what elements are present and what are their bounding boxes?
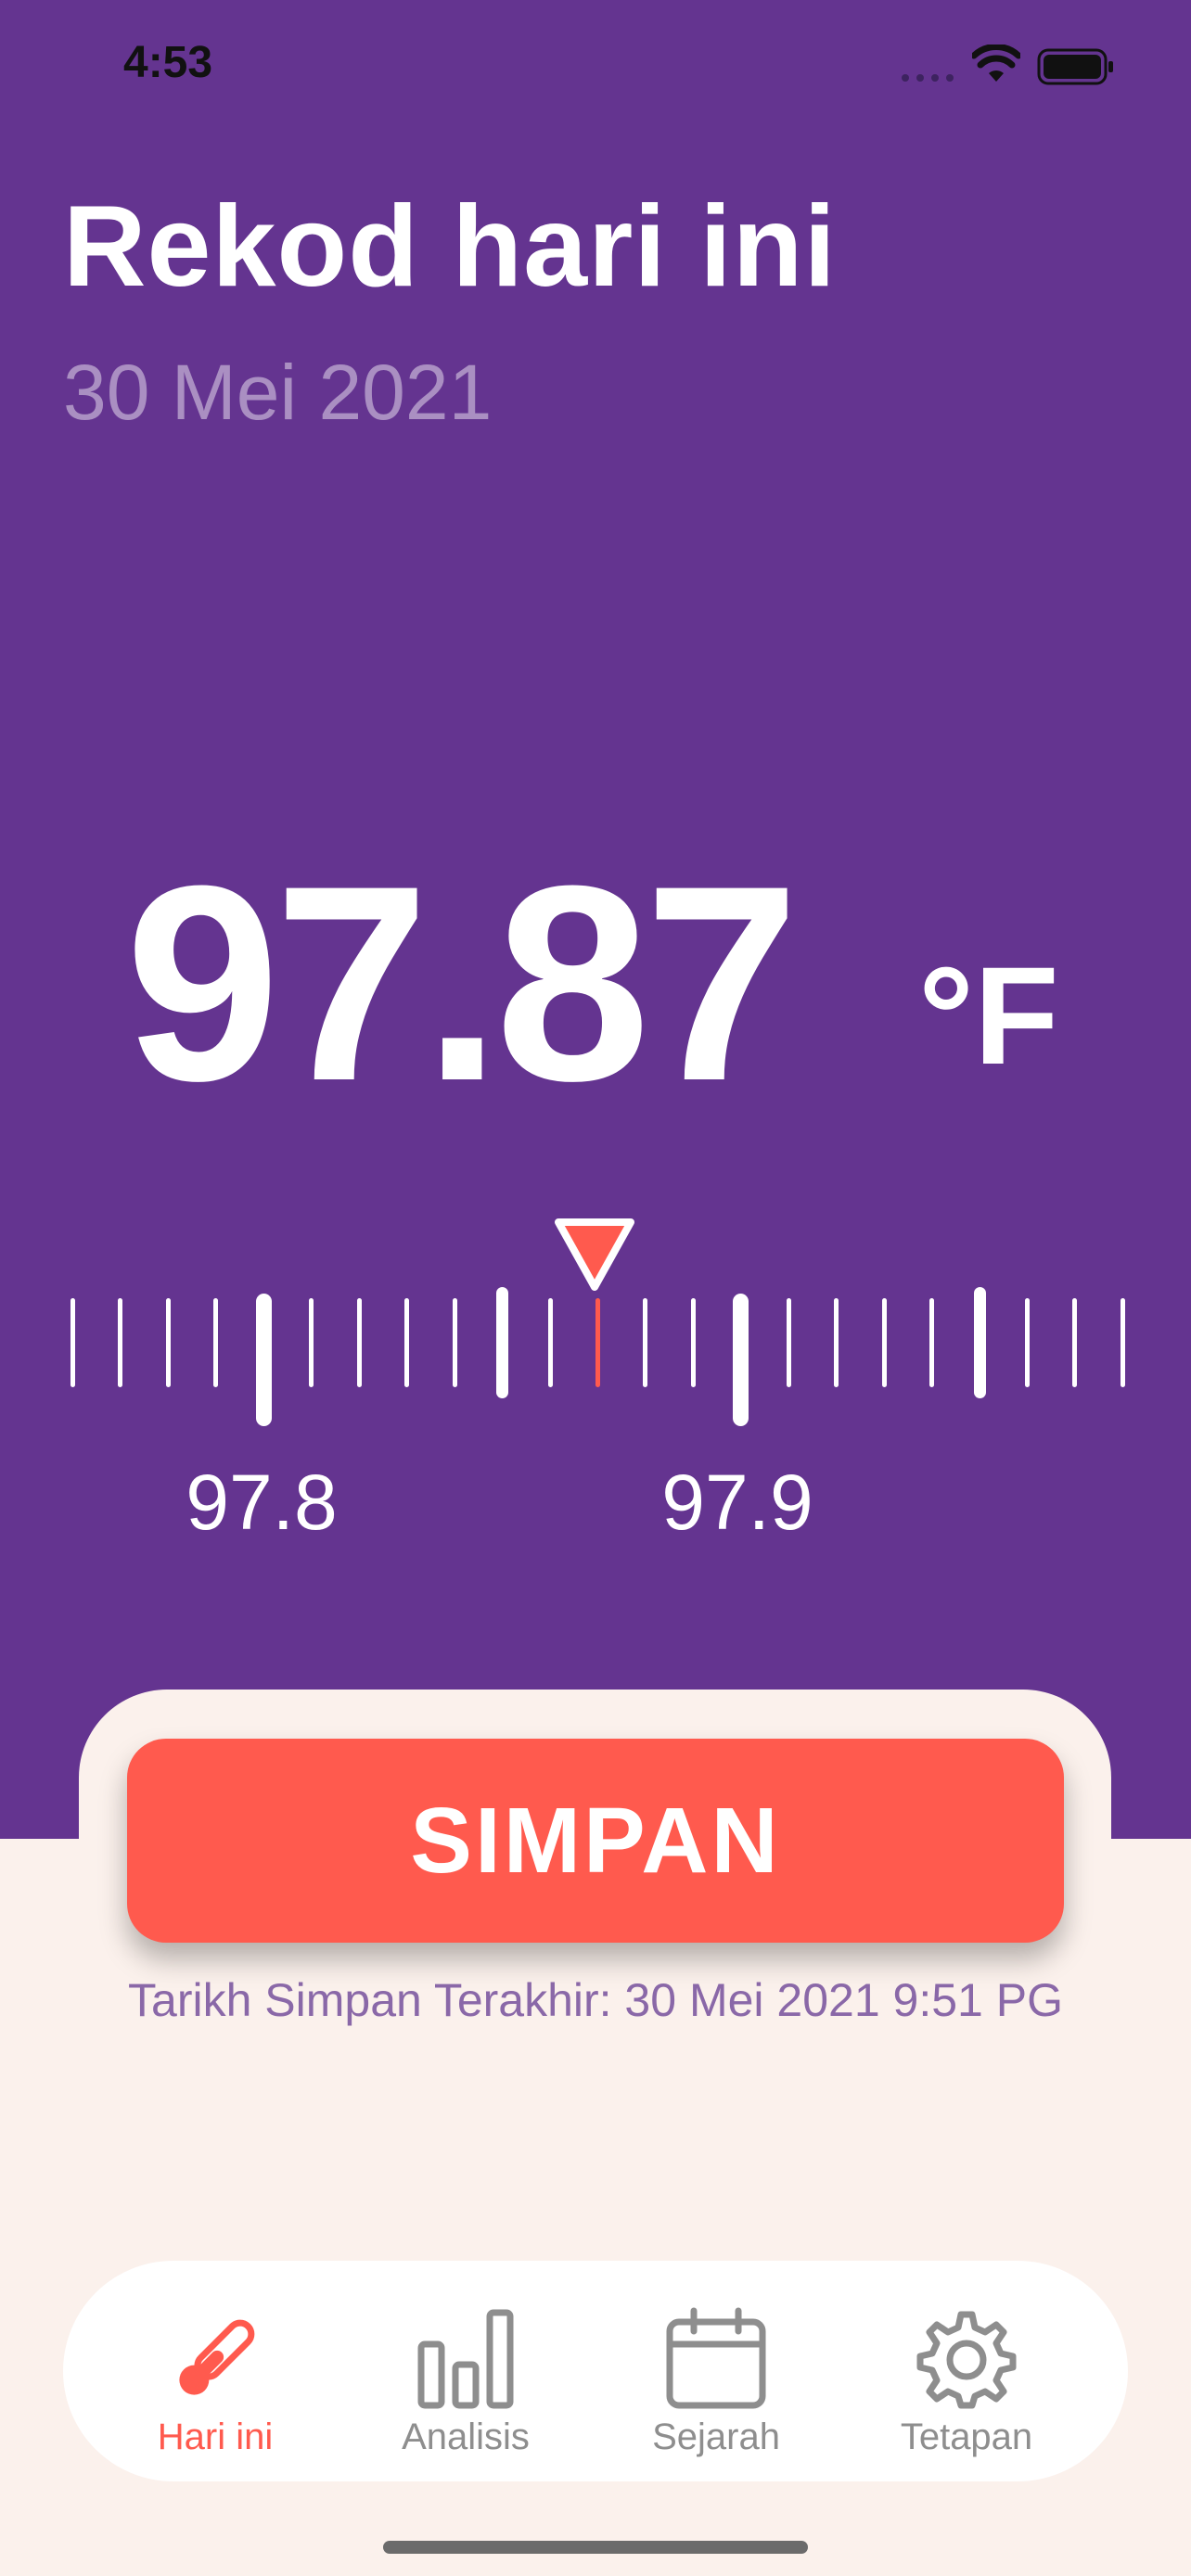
ruler-tick	[786, 1298, 791, 1387]
calendar-icon	[666, 2307, 766, 2409]
ruler-tick	[1072, 1298, 1078, 1387]
ruler-tick	[404, 1298, 410, 1387]
save-button[interactable]: SIMPAN	[127, 1739, 1064, 1943]
ruler-tick	[356, 1298, 362, 1387]
temperature-reading: 97.87 °F	[0, 835, 1191, 1131]
status-time: 4:53	[123, 38, 213, 87]
ruler-tick	[1120, 1298, 1125, 1387]
pointer-triangle-icon	[555, 1218, 634, 1291]
ruler-tick	[973, 1287, 986, 1398]
ruler-tick	[547, 1298, 553, 1387]
ruler-tick	[733, 1294, 749, 1426]
ruler-tick	[70, 1298, 75, 1387]
last-saved-text: Tarikh Simpan Terakhir: 30 Mei 2021 9:51…	[128, 1974, 1063, 2026]
ruler-tick	[452, 1298, 457, 1387]
ruler-tick	[255, 1294, 272, 1426]
ruler-tick	[496, 1287, 509, 1398]
temperature-value: 97.87	[125, 827, 800, 1139]
ruler-tick	[690, 1298, 696, 1387]
tab-history[interactable]: Sejarah	[605, 2261, 827, 2481]
ruler-tick	[929, 1298, 935, 1387]
ruler-tick-current	[595, 1298, 600, 1387]
ruler-tick	[118, 1298, 123, 1387]
bar-chart-icon	[417, 2309, 514, 2409]
wifi-icon	[972, 45, 1020, 82]
tab-settings[interactable]: Tetapan	[855, 2261, 1078, 2481]
tab-today[interactable]: Hari ini	[104, 2261, 327, 2481]
gear-icon	[916, 2311, 1017, 2409]
ruler-tick	[643, 1298, 648, 1387]
ruler-tick	[834, 1298, 839, 1387]
ruler-tick	[1025, 1298, 1030, 1387]
ruler-label-97-8: 97.8	[186, 1459, 338, 1546]
ruler-label-97-9: 97.9	[661, 1459, 813, 1546]
page-date: 30 Mei 2021	[63, 349, 493, 436]
tab-label: Analisis	[402, 2417, 530, 2457]
ruler-tick	[309, 1298, 314, 1387]
tab-bar: Hari ini Analisis Sejarah Tetapan	[63, 2261, 1128, 2481]
ruler-tick	[165, 1298, 171, 1387]
temperature-ruler[interactable]: 97.8 97.9	[0, 1205, 1191, 1576]
ruler-tick	[213, 1298, 219, 1387]
tab-label: Hari ini	[157, 2417, 274, 2457]
page-title: Rekod hari ini	[63, 183, 837, 311]
status-bar: 4:53	[0, 0, 1191, 130]
tab-label: Tetapan	[900, 2417, 1033, 2457]
tab-analysis[interactable]: Analisis	[354, 2261, 577, 2481]
thermometer-icon	[179, 2319, 255, 2395]
ruler-ticks	[0, 1287, 1191, 1465]
tab-label: Sejarah	[652, 2417, 780, 2457]
cellular-signal-icon	[902, 74, 954, 82]
home-indicator	[383, 2541, 808, 2554]
ruler-tick	[881, 1298, 887, 1387]
battery-icon	[1037, 48, 1113, 85]
temperature-unit: °F	[918, 937, 1059, 1093]
